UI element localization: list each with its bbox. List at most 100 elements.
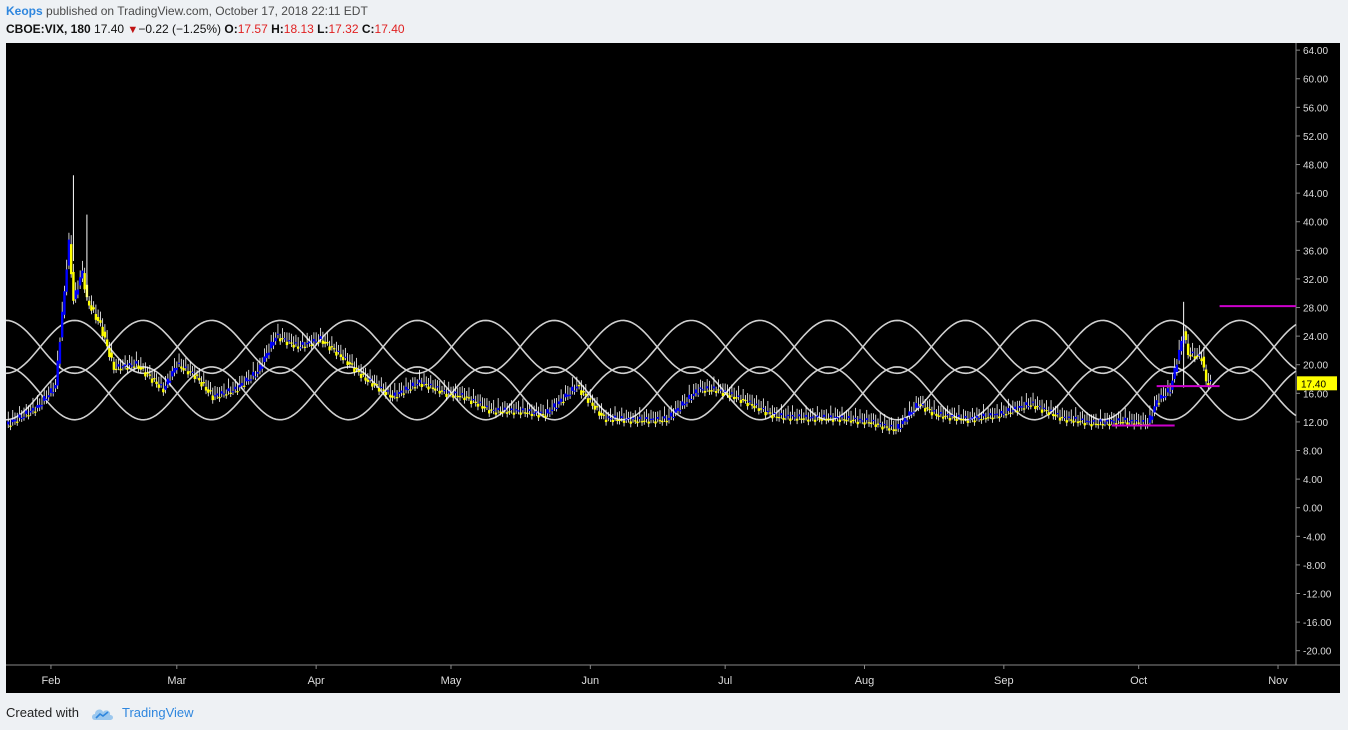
candle-body [512, 412, 516, 415]
candle-body [557, 401, 561, 405]
candle-body [153, 378, 156, 380]
candle-body [400, 390, 403, 393]
candle-body [748, 400, 752, 402]
candle-body [912, 411, 916, 413]
candle-body [613, 415, 617, 418]
price-axis-label: 52.00 [1303, 132, 1328, 143]
candle-body [1117, 418, 1120, 421]
published-text: published on TradingView.com, October 17… [46, 4, 368, 18]
candle-body [243, 385, 246, 387]
price-axis-label: 12.00 [1303, 418, 1328, 429]
candle-body [620, 416, 623, 419]
candle-body [1067, 416, 1071, 418]
candle-body [939, 411, 943, 414]
price-axis-label: 40.00 [1303, 218, 1328, 229]
tradingview-brand-link[interactable]: TradingView [122, 705, 194, 720]
author-link[interactable]: Keops [6, 4, 43, 18]
candle-body [867, 422, 871, 424]
candle-body [503, 407, 507, 410]
candle-body [56, 360, 59, 386]
candle-body [1177, 349, 1181, 361]
candle-body [58, 341, 62, 364]
candle-body [1204, 369, 1208, 382]
candle-body [526, 412, 529, 415]
candle-body [1047, 412, 1050, 416]
candle-body [861, 420, 864, 422]
price-axis-label: 64.00 [1303, 46, 1328, 57]
candle-body [148, 374, 152, 376]
candle-body [683, 403, 686, 406]
candle-body [735, 397, 738, 399]
price-axis-label: 0.00 [1303, 504, 1323, 515]
candle-body [825, 419, 828, 421]
candle-body [705, 386, 709, 389]
candle-body [780, 413, 783, 416]
candle-body [802, 418, 806, 420]
candle-body [843, 419, 846, 421]
candle-body [1052, 413, 1055, 417]
candle-body [762, 407, 765, 410]
price-axis-label: 32.00 [1303, 275, 1328, 286]
candle-body [1016, 410, 1019, 413]
candle-body [254, 376, 257, 378]
candle-body [759, 408, 763, 410]
candle-body [728, 395, 731, 398]
candle-body [218, 396, 221, 399]
candle-body [852, 419, 855, 422]
candle-body [31, 407, 35, 411]
close-label: C: [361, 22, 375, 36]
candle-body [27, 415, 30, 417]
price-axis-label: -16.00 [1303, 618, 1332, 629]
tradingview-cloud-icon[interactable] [91, 707, 115, 721]
candle-body [643, 420, 646, 422]
candle-body [1202, 356, 1206, 368]
price-axis-label: -12.00 [1303, 590, 1332, 601]
candle-body [813, 419, 817, 422]
candle-body [60, 311, 64, 338]
candle-body [885, 426, 889, 428]
candle-body [634, 420, 637, 422]
candle-body [1036, 405, 1039, 408]
last-price: 17.40 [94, 22, 125, 36]
candle-body [876, 423, 880, 425]
price-chart[interactable]: 64.00 60.00 56.00 52.00 48.00 44.00 40.00 36.00… [6, 43, 1340, 693]
candle-body [968, 418, 972, 420]
candle-body [816, 415, 819, 418]
candle-body [692, 393, 695, 397]
candle-body [793, 417, 797, 419]
candle-body [586, 398, 590, 403]
candle-body [957, 414, 961, 417]
candle-body [834, 416, 837, 418]
candle-body [83, 273, 86, 290]
candle-body [87, 300, 91, 306]
candle-body [955, 418, 958, 421]
symbol-label[interactable]: CBOE:VIX, 180 [6, 22, 91, 36]
candle-body [499, 411, 502, 413]
candle-body [103, 331, 107, 338]
candle-body [1198, 354, 1201, 356]
candle-body [995, 413, 999, 415]
time-axis-label: Oct [1130, 675, 1147, 687]
candle-body [249, 379, 253, 381]
chart-panel[interactable]: 64.00 60.00 56.00 52.00 48.00 44.00 40.00 36.00… [6, 43, 1340, 693]
candle-body [429, 383, 432, 385]
candle-body [245, 377, 248, 382]
candle-body [667, 417, 671, 420]
candle-body [180, 366, 183, 369]
candle-body [258, 364, 262, 371]
candle-body [175, 367, 179, 371]
candle-body [1166, 388, 1170, 393]
candle-body [492, 409, 495, 411]
candle-body [285, 341, 289, 346]
candle-body [81, 270, 84, 279]
candle-body [908, 411, 911, 416]
candle-body [753, 405, 756, 409]
candle-body [272, 341, 275, 346]
candle-body [505, 412, 509, 414]
time-axis-label: May [441, 675, 462, 687]
candle-body [496, 408, 500, 410]
last-price-label: 17.40 [1301, 379, 1326, 390]
candle-body [647, 421, 650, 424]
candle-body [640, 421, 644, 423]
candle-body [959, 418, 963, 421]
